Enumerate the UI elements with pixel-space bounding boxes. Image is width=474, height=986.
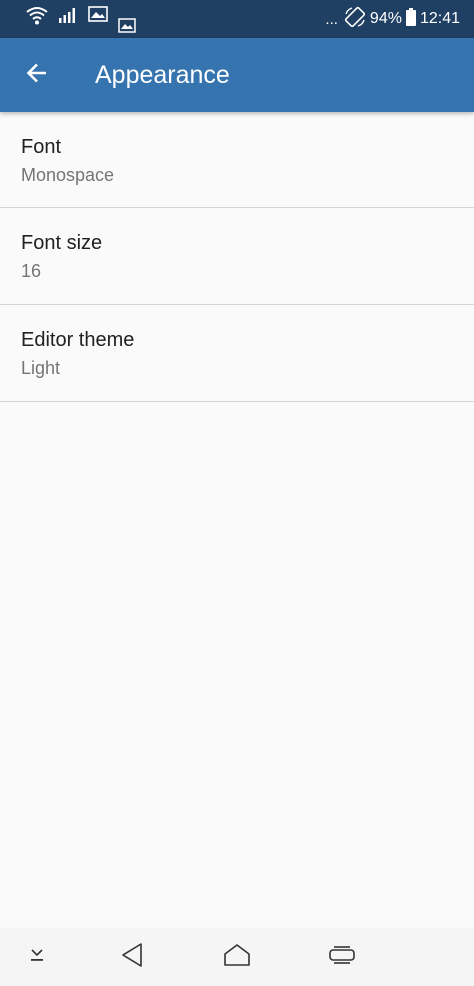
- preference-summary: 16: [21, 261, 42, 281]
- signal-icon: [58, 6, 78, 29]
- hide-nav-button[interactable]: [21, 942, 53, 972]
- home-icon: [223, 943, 251, 972]
- back-button[interactable]: [18, 56, 56, 94]
- image-icon: [88, 6, 108, 27]
- wifi-icon: [26, 6, 48, 31]
- page-title: Appearance: [95, 61, 230, 89]
- preference-list: Font Monospace Font size 16 Editor theme…: [0, 112, 474, 402]
- notification-dots: ...: [325, 10, 338, 28]
- recents-icon: [328, 943, 356, 972]
- preference-summary: Light: [21, 358, 61, 378]
- arrow-back-icon: [25, 61, 49, 90]
- auto-rotate-icon: [344, 6, 366, 33]
- navigation-bar: [0, 928, 474, 986]
- status-icons-right: ... 94% 12:41: [325, 6, 460, 33]
- triangle-back-icon: [120, 942, 144, 973]
- preference-font[interactable]: Font Monospace: [0, 112, 474, 208]
- status-bar: ... 94% 12:41: [0, 0, 474, 38]
- preference-title: Font: [21, 136, 62, 158]
- preference-editor-theme[interactable]: Editor theme Light: [0, 305, 474, 402]
- nav-recents-button[interactable]: [326, 942, 358, 972]
- nav-back-button[interactable]: [116, 942, 148, 972]
- battery-icon: [405, 7, 416, 31]
- app-bar: Appearance: [0, 38, 474, 112]
- image-icon: [118, 18, 136, 38]
- status-icons-left: [26, 6, 146, 34]
- nav-home-button[interactable]: [221, 942, 253, 972]
- preference-title: Font size: [21, 232, 103, 254]
- preference-font-size[interactable]: Font size 16: [0, 208, 474, 305]
- preference-summary: Monospace: [21, 165, 115, 185]
- preference-title: Editor theme: [21, 329, 135, 351]
- clock: 12:41: [419, 10, 460, 27]
- battery-percent: 94%: [369, 10, 402, 27]
- chevron-down-icon: [27, 947, 47, 968]
